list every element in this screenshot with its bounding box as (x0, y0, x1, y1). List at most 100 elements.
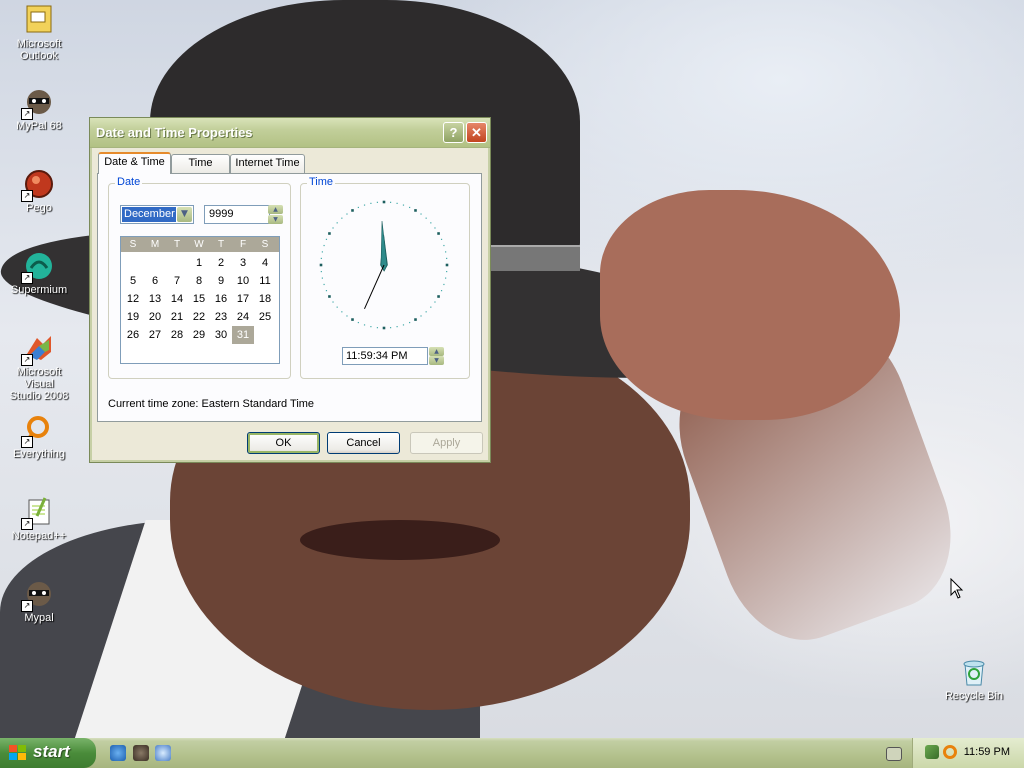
desktop-icon-mypal[interactable]: ↗ Mypal (1, 578, 77, 624)
apply-button[interactable]: Apply (410, 432, 483, 454)
calendar-day[interactable]: 10 (232, 272, 254, 290)
year-spinner[interactable]: ▲ ▼ (268, 205, 283, 224)
desktop-icon-notepadpp[interactable]: ↗ Notepad++ (1, 496, 77, 542)
calendar-day[interactable]: 13 (144, 290, 166, 308)
calendar-day[interactable]: 21 (166, 308, 188, 326)
desktop-icon-label: Mypal (24, 612, 54, 624)
magnifier-icon: ↗ (21, 414, 55, 448)
calendar-day[interactable]: 26 (122, 326, 144, 344)
calendar-day[interactable]: 11 (254, 272, 276, 290)
title-bar[interactable]: Date and Time Properties ? ✕ (90, 118, 490, 148)
keyboard-icon[interactable] (886, 747, 902, 761)
calendar-day[interactable]: 28 (166, 326, 188, 344)
calendar-day[interactable]: 30 (210, 326, 232, 344)
cancel-button[interactable]: Cancel (327, 432, 400, 454)
start-button[interactable]: start (0, 738, 96, 768)
time-spinner[interactable]: ▲ ▼ (429, 347, 444, 365)
calendar-day[interactable]: 24 (232, 308, 254, 326)
calendar-day[interactable]: 5 (122, 272, 144, 290)
calendar-day[interactable]: 31 (232, 326, 254, 344)
calendar-day[interactable]: 23 (210, 308, 232, 326)
windows-logo-icon (9, 745, 26, 760)
clock-minute-mark (440, 238, 443, 240)
weekday-header: W (194, 239, 204, 250)
ie-icon[interactable] (110, 745, 126, 761)
year-field[interactable]: 9999 (204, 205, 270, 224)
tab-time-zone[interactable]: Time Zone (171, 154, 230, 186)
desktop-icon-pego[interactable]: ↗ Pego (1, 168, 77, 214)
desktop-icon-label: MyPal 68 (16, 120, 62, 132)
clock-hour-mark (319, 263, 323, 267)
calendar-day[interactable]: 12 (122, 290, 144, 308)
calendar-day[interactable]: 2 (210, 254, 232, 272)
clock-minute-mark (346, 315, 348, 317)
desktop-icon-everything[interactable]: ↗ Everything (1, 414, 77, 460)
clock-hour-mark (382, 326, 386, 330)
time-field[interactable]: 11:59:34 PM (342, 347, 428, 365)
desktop-icon-mypal68[interactable]: ↗ MyPal 68 (1, 86, 77, 132)
calendar-day[interactable]: 22 (188, 308, 210, 326)
clock-minute-mark (341, 311, 343, 313)
clock-hour-mark (328, 232, 331, 235)
calendar-day[interactable]: 25 (254, 308, 276, 326)
weekday-header: T (217, 239, 225, 250)
calendar-day[interactable]: 27 (144, 326, 166, 344)
desktop-icon-visual-studio[interactable]: ↗ Microsoft Visual Studio 2008 (1, 332, 77, 402)
clock-minute-mark (430, 306, 432, 308)
clock-hour-mark (445, 263, 449, 267)
month-select[interactable]: December ▼ (120, 205, 194, 224)
start-label: start (33, 742, 70, 761)
close-button[interactable]: ✕ (466, 122, 487, 143)
weekday-header: S (129, 239, 137, 250)
desktop-icon-supermium[interactable]: ↗ Supermium (1, 250, 77, 296)
calendar-day[interactable]: 15 (188, 290, 210, 308)
tab-internet-time[interactable]: Internet Time (230, 154, 305, 173)
clock-minute-mark (443, 283, 445, 286)
search-icon[interactable] (943, 745, 957, 759)
clock-hour-mark (414, 318, 417, 321)
tab-date-time[interactable]: Date & Time (98, 152, 171, 174)
calendar-day[interactable]: 20 (144, 308, 166, 326)
calendar-day[interactable]: 18 (254, 290, 276, 308)
browser-icon[interactable] (155, 745, 171, 761)
clock-minute-mark (445, 277, 447, 279)
raccoon-icon[interactable] (133, 745, 149, 761)
calendar-day[interactable]: 19 (122, 308, 144, 326)
visual-studio-icon: ↗ (21, 332, 55, 366)
calendar-day[interactable]: 3 (232, 254, 254, 272)
clock-minute-mark (430, 222, 432, 224)
calendar-day[interactable]: 4 (254, 254, 276, 272)
clock-minute-mark (402, 204, 405, 206)
desktop-icon-outlook[interactable]: Microsoft Outlook (1, 4, 77, 62)
ok-button[interactable]: OK (247, 432, 320, 454)
date-group: Date December ▼ 9999 ▲ ▼ SMTWTFS 1234567… (108, 176, 291, 379)
clock-minute-mark (389, 327, 392, 329)
clock-minute-mark (446, 270, 448, 273)
calendar-day[interactable]: 17 (232, 290, 254, 308)
chevron-down-icon[interactable]: ▼ (177, 207, 192, 222)
calendar-day[interactable]: 7 (166, 272, 188, 290)
calendar-day[interactable]: 6 (144, 272, 166, 290)
desktop-icon-recycle-bin[interactable]: Recycle Bin (936, 656, 1012, 702)
calendar-day[interactable]: 1 (188, 254, 210, 272)
clock-minute-mark (409, 206, 411, 209)
network-icon[interactable] (925, 745, 939, 759)
calendar-day[interactable]: 16 (210, 290, 232, 308)
calendar-day[interactable]: 29 (188, 326, 210, 344)
spin-down-icon[interactable]: ▼ (268, 215, 283, 224)
taskbar-clock[interactable]: 11:59 PM (964, 746, 1010, 758)
clock-minute-mark (396, 326, 398, 328)
clock-hour-mark (351, 209, 354, 212)
calendar-day[interactable]: 9 (210, 272, 232, 290)
spin-up-icon[interactable]: ▲ (268, 205, 283, 214)
date-group-label: Date (115, 176, 143, 188)
calendar-grid[interactable]: SMTWTFS 1 2 3 4 5 6 7 8 9 10 11 12 13 14 15 16 17 18 19 20 2… (120, 236, 280, 364)
spin-down-icon[interactable]: ▼ (429, 356, 444, 365)
wallpaper-hand (600, 190, 900, 420)
calendar-day[interactable]: 8 (188, 272, 210, 290)
clock-minute-mark (445, 251, 447, 253)
clock-minute-mark (443, 244, 445, 247)
calendar-day[interactable]: 14 (166, 290, 188, 308)
spin-up-icon[interactable]: ▲ (429, 347, 444, 356)
help-button[interactable]: ? (443, 122, 464, 143)
